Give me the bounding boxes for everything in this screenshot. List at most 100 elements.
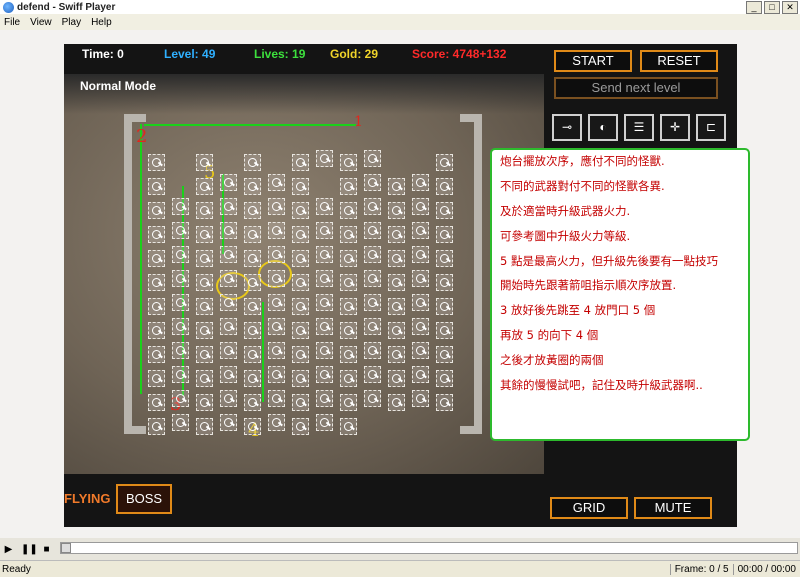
tower-slot[interactable] — [196, 250, 213, 267]
tower-slot[interactable] — [196, 178, 213, 195]
start-button[interactable]: START — [554, 50, 632, 72]
tower-slot[interactable] — [148, 226, 165, 243]
tower-slot[interactable] — [340, 322, 357, 339]
tower-slot[interactable] — [412, 222, 429, 239]
tower-slot[interactable] — [316, 294, 333, 311]
tower-slot[interactable] — [244, 274, 261, 291]
tower-slot[interactable] — [412, 318, 429, 335]
tower-slot[interactable] — [220, 342, 237, 359]
tower-slot[interactable] — [148, 274, 165, 291]
tower-slot[interactable] — [364, 342, 381, 359]
tower-slot[interactable] — [172, 342, 189, 359]
tower-slot[interactable] — [436, 250, 453, 267]
tower-slot[interactable] — [244, 346, 261, 363]
play-field[interactable]: 1 2 3 4 5 — [64, 74, 544, 474]
tower-slot[interactable] — [172, 366, 189, 383]
tower-slot[interactable] — [388, 178, 405, 195]
mute-button[interactable]: MUTE — [634, 497, 712, 519]
tower-slot[interactable] — [244, 418, 261, 435]
tower-slot[interactable] — [196, 274, 213, 291]
tower-slot[interactable] — [196, 202, 213, 219]
tower-slot[interactable] — [316, 390, 333, 407]
tower-slot[interactable] — [196, 418, 213, 435]
send-next-level-button[interactable]: Send next level — [554, 77, 718, 99]
tower-slot[interactable] — [220, 198, 237, 215]
tower-slot[interactable] — [244, 250, 261, 267]
tower-slot[interactable] — [220, 366, 237, 383]
tower-slot[interactable] — [268, 318, 285, 335]
tower-slot[interactable] — [220, 390, 237, 407]
tower-slot[interactable] — [340, 178, 357, 195]
tower-slot[interactable] — [364, 390, 381, 407]
menu-file[interactable]: File — [4, 17, 20, 28]
tower-slot[interactable] — [268, 174, 285, 191]
maximize-icon[interactable]: □ — [764, 1, 780, 14]
tower-slot[interactable] — [412, 174, 429, 191]
tower-slot[interactable] — [196, 394, 213, 411]
tower-slot[interactable] — [436, 274, 453, 291]
tower-slot[interactable] — [244, 178, 261, 195]
close-icon[interactable]: ✕ — [782, 1, 798, 14]
tower-slot[interactable] — [340, 154, 357, 171]
tower-slot[interactable] — [172, 318, 189, 335]
tower-slot[interactable] — [220, 414, 237, 431]
tower-slot[interactable] — [268, 222, 285, 239]
tower-slot[interactable] — [172, 198, 189, 215]
tower-slot[interactable] — [436, 298, 453, 315]
tower-slot[interactable] — [364, 366, 381, 383]
tower-slot[interactable] — [292, 178, 309, 195]
tower-slot[interactable] — [292, 322, 309, 339]
tower-slot[interactable] — [364, 198, 381, 215]
tower-slot[interactable] — [364, 222, 381, 239]
tower-slot[interactable] — [244, 202, 261, 219]
tower-slot[interactable] — [388, 274, 405, 291]
tower-slot[interactable] — [316, 366, 333, 383]
tower-slot[interactable] — [388, 346, 405, 363]
tower-slot[interactable] — [436, 154, 453, 171]
tower-slot[interactable] — [148, 394, 165, 411]
tower-slot[interactable] — [436, 178, 453, 195]
tower-slot[interactable] — [172, 222, 189, 239]
tower-slot[interactable] — [148, 370, 165, 387]
tower-slot[interactable] — [388, 250, 405, 267]
tower-slot[interactable] — [244, 226, 261, 243]
flame-tower-icon[interactable]: ☰ — [624, 114, 654, 141]
tower-slot[interactable] — [412, 246, 429, 263]
tower-slot[interactable] — [436, 370, 453, 387]
tower-slot[interactable] — [412, 390, 429, 407]
tower-slot[interactable] — [412, 366, 429, 383]
tower-slot[interactable] — [436, 322, 453, 339]
tower-slot[interactable] — [244, 370, 261, 387]
play-icon[interactable]: ▶ — [2, 543, 15, 556]
tower-slot[interactable] — [172, 414, 189, 431]
gun-tower-icon[interactable]: ⊸ — [552, 114, 582, 141]
tower-slot[interactable] — [220, 222, 237, 239]
tower-slot[interactable] — [340, 346, 357, 363]
tower-slot[interactable] — [292, 202, 309, 219]
tower-slot[interactable] — [268, 246, 285, 263]
cannon-tower-icon[interactable]: ◐ — [588, 114, 618, 141]
tower-slot[interactable] — [412, 270, 429, 287]
tower-slot[interactable] — [364, 174, 381, 191]
tower-slot[interactable] — [292, 346, 309, 363]
tower-slot[interactable] — [388, 394, 405, 411]
tower-slot[interactable] — [316, 414, 333, 431]
tower-slot[interactable] — [340, 370, 357, 387]
tower-slot[interactable] — [364, 270, 381, 287]
tower-slot[interactable] — [292, 154, 309, 171]
tower-slot[interactable] — [148, 298, 165, 315]
tower-slot[interactable] — [436, 394, 453, 411]
tower-slot[interactable] — [196, 298, 213, 315]
tower-slot[interactable] — [148, 322, 165, 339]
tower-slot[interactable] — [292, 250, 309, 267]
tower-slot[interactable] — [292, 274, 309, 291]
tower-slot[interactable] — [268, 294, 285, 311]
tower-slot[interactable] — [316, 270, 333, 287]
tower-slot[interactable] — [220, 246, 237, 263]
tower-slot[interactable] — [268, 390, 285, 407]
tower-slot[interactable] — [412, 342, 429, 359]
tower-slot[interactable] — [340, 274, 357, 291]
tower-slot[interactable] — [388, 226, 405, 243]
tower-slot[interactable] — [148, 418, 165, 435]
tower-slot[interactable] — [316, 150, 333, 167]
